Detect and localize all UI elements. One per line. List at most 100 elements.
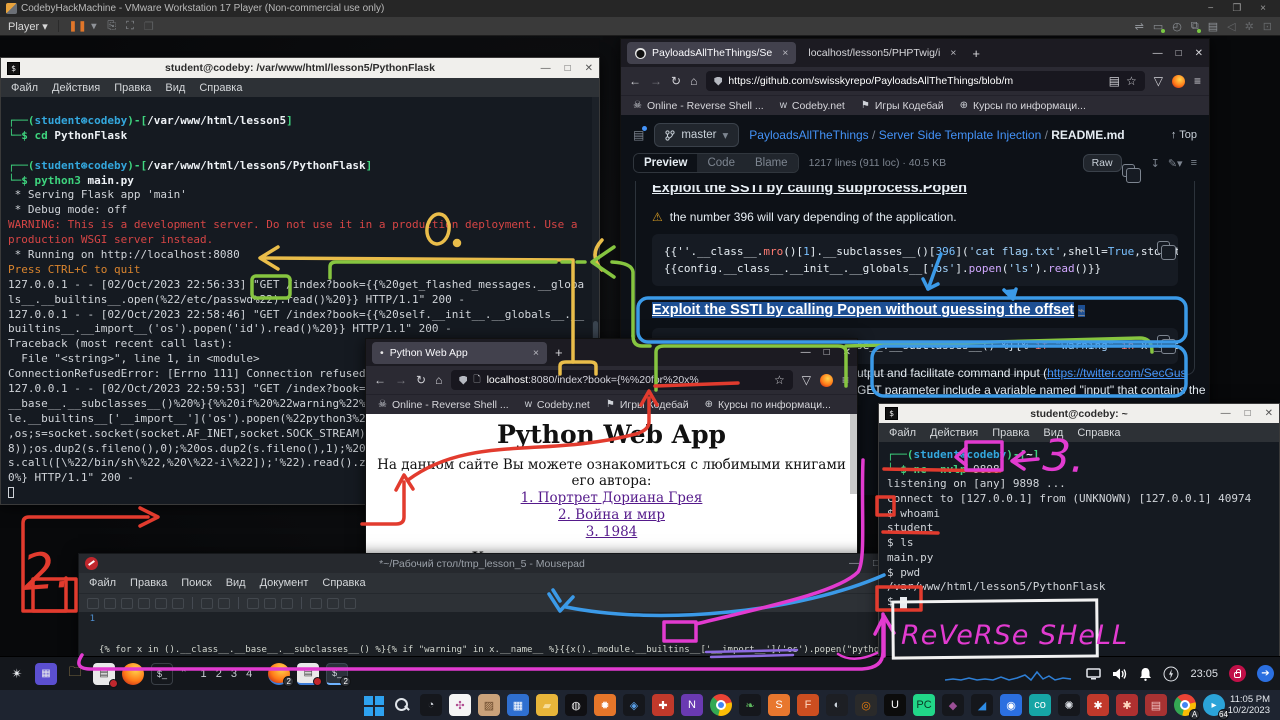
maximize-button[interactable]: □ — [565, 63, 571, 74]
pocket-icon[interactable]: ▽ — [1154, 74, 1163, 88]
close-tab-icon[interactable]: × — [533, 347, 539, 359]
url-text[interactable]: localhost:8080/index?book={%%20for%20x% — [487, 374, 699, 386]
copy-code-icon[interactable] — [1157, 335, 1170, 348]
reload-icon[interactable]: ↻ — [671, 74, 681, 88]
settings-icon[interactable]: ✹ — [594, 694, 616, 716]
expand-device-icon[interactable]: ⊡ — [1263, 20, 1272, 33]
go-to-icon[interactable] — [344, 598, 356, 609]
vmware-window-controls[interactable]: − ❐ × — [1208, 3, 1274, 14]
copy-code-icon[interactable] — [1157, 241, 1170, 254]
bookmark-item[interactable]: wCodeby.net — [525, 399, 590, 411]
panel-expand-icon[interactable]: ⌃ — [180, 668, 188, 679]
menu-item[interactable]: Справка — [322, 577, 365, 589]
home-icon[interactable]: ⌂ — [690, 74, 697, 88]
bookmark-item[interactable]: ⊕Курсы по информаци... — [705, 399, 831, 411]
forward-icon[interactable]: → — [650, 74, 662, 88]
download-icon[interactable]: ↧ — [1151, 157, 1160, 170]
menu-item[interactable]: Файл — [11, 82, 38, 94]
workspace-switcher[interactable]: 1 2 3 4 — [201, 668, 256, 680]
fullscreen-icon[interactable]: ⛶ — [126, 20, 134, 33]
menu-item[interactable]: Правка — [114, 82, 151, 94]
close-button[interactable]: ✕ — [843, 347, 851, 358]
bookmark-item[interactable]: ⚑Игры Кодебай — [606, 399, 689, 411]
minimize-button[interactable]: — — [1221, 408, 1231, 419]
breadcrumb-folder[interactable]: Server Side Template Injection — [879, 128, 1042, 142]
tab-python-web-app[interactable]: • Python Web App× — [372, 342, 547, 364]
home-icon[interactable]: ⌂ — [435, 373, 442, 387]
vmware-icon[interactable]: ◈ — [623, 694, 645, 716]
start-button[interactable] — [362, 694, 384, 716]
open-file-icon[interactable] — [104, 598, 116, 609]
pocket-icon[interactable]: ▽ — [802, 373, 811, 387]
search-icon[interactable] — [310, 598, 322, 609]
breadcrumb-repo[interactable]: PayloadsAllTheThings — [749, 128, 868, 142]
cd-device-icon[interactable]: ◴ — [1172, 20, 1182, 33]
tool-icon[interactable]: ✚ — [652, 694, 674, 716]
tab-localhost[interactable]: localhost/lesson5/PHPTwig/i× — [800, 42, 964, 64]
twitter-link[interactable]: https://twitter.com/SecGus — [1047, 366, 1186, 380]
minimize-button[interactable]: — — [1153, 48, 1163, 59]
mousepad-launcher-icon[interactable]: ▤ — [93, 663, 115, 685]
running-mousepad-icon[interactable]: ▤ — [297, 663, 319, 685]
menu-item[interactable]: Справка — [1077, 427, 1120, 439]
network-device-icon[interactable]: ⧉ — [1191, 20, 1199, 33]
file-icon[interactable]: ▤ — [633, 128, 644, 142]
book-link[interactable]: 3. 1984 — [366, 524, 857, 540]
menu-item[interactable]: Справка — [199, 82, 242, 94]
book-link[interactable]: 1. Портрет Дориана Грея — [366, 490, 857, 506]
reload-icon[interactable]: ↻ — [416, 373, 426, 387]
menu-item[interactable]: Правка — [992, 427, 1029, 439]
session-icon[interactable]: ➔ — [1257, 665, 1274, 682]
maximize-button[interactable]: □ — [1245, 408, 1251, 419]
menu-icon[interactable]: ≡ — [842, 373, 849, 387]
pause-button[interactable]: ❚❚ ▾ — [69, 21, 98, 32]
display-icon[interactable] — [1086, 668, 1101, 680]
vscode-icon[interactable]: ◢ — [971, 694, 993, 716]
bookmark-item[interactable]: ☠Online - Reverse Shell ... — [378, 399, 509, 411]
new-file-icon[interactable] — [87, 598, 99, 609]
reader-icon[interactable]: ▤ — [1109, 74, 1120, 88]
forward-icon[interactable]: → — [395, 373, 407, 387]
scrollbar[interactable] — [850, 414, 857, 494]
save-icon[interactable] — [121, 598, 133, 609]
minimize-button[interactable]: — — [849, 558, 859, 569]
maximize-button[interactable]: □ — [824, 347, 830, 358]
pycharm-icon[interactable]: PC — [913, 694, 935, 716]
right-terminal-body[interactable]: ┌──(student⊛codeby)-[~]└─$ nc -nvlp 9898… — [879, 442, 1279, 656]
unity-icon[interactable]: ❐ — [144, 20, 154, 33]
shield-icon[interactable] — [714, 77, 722, 86]
running-firefox-icon[interactable]: 2 — [268, 663, 290, 685]
display-device-icon[interactable]: ▭ — [1153, 20, 1163, 33]
usb-icon[interactable]: ⇌ — [1135, 20, 1144, 33]
menu-item[interactable]: Файл — [889, 427, 916, 439]
firefox-account-icon[interactable] — [820, 374, 833, 387]
red-gear2-icon[interactable]: ✱ — [1116, 694, 1138, 716]
close-button[interactable]: ✕ — [1265, 408, 1273, 419]
app-grid-icon[interactable]: ▦ — [35, 663, 57, 685]
mousepad-titlebar[interactable]: *~/Рабочий стол/tmp_lesson_5 - Mousepad … — [79, 554, 885, 573]
menu-item[interactable]: Действия — [930, 427, 978, 439]
new-tab-button[interactable]: + — [972, 46, 980, 61]
settings-device-icon[interactable]: ✲ — [1245, 20, 1254, 33]
top-link[interactable]: ↑ Top — [1171, 129, 1197, 141]
bookmark-item[interactable]: ⚑Игры Кодебай — [861, 100, 944, 112]
menu-item[interactable]: Файл — [89, 577, 116, 589]
screen-lock-icon[interactable] — [1229, 665, 1246, 682]
telegram-icon[interactable]: ▸64 — [1203, 694, 1225, 716]
url-text[interactable]: https://github.com/swisskyrepo/PayloadsA… — [728, 75, 1013, 87]
power-manager-icon[interactable] — [1163, 666, 1179, 682]
minimize-button[interactable]: — — [801, 347, 811, 358]
maximize-button[interactable]: □ — [1176, 48, 1182, 59]
disk-device-icon[interactable]: ▤ — [1208, 20, 1218, 33]
file-manager-icon[interactable]: 🗀 — [64, 663, 86, 685]
sound-device-icon[interactable]: ◁ — [1227, 20, 1235, 33]
steam-icon[interactable]: ◐ — [826, 694, 848, 716]
menu-item[interactable]: Вид — [226, 577, 246, 589]
stackoverflow-icon[interactable]: S — [768, 694, 790, 716]
tab-code[interactable]: Code — [697, 154, 745, 172]
tab-blame[interactable]: Blame — [745, 154, 798, 172]
redo-icon[interactable] — [218, 598, 230, 609]
bookmark-item[interactable]: wCodeby.net — [780, 100, 845, 112]
url-bar[interactable]: https://github.com/swisskyrepo/PayloadsA… — [706, 71, 1144, 91]
tab-github[interactable]: ⬤ PayloadsAllTheThings/Se× — [627, 42, 796, 64]
